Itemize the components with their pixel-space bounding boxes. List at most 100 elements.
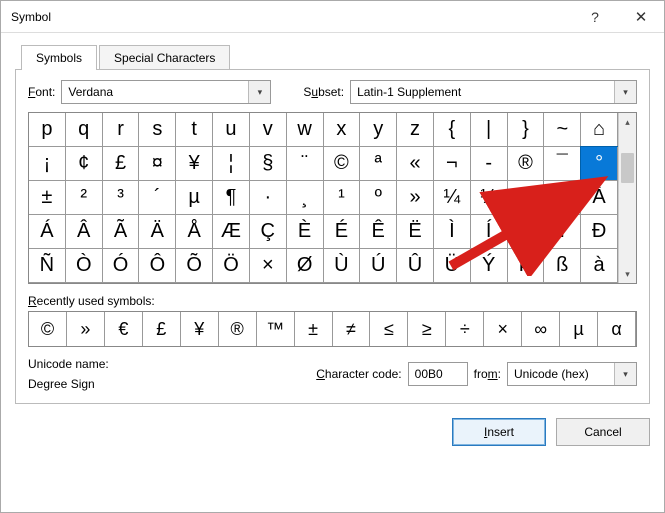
symbol-cell[interactable]: Ø — [287, 249, 324, 283]
recent-symbol-cell[interactable]: © — [29, 312, 67, 346]
symbol-cell[interactable]: Ä — [139, 215, 176, 249]
symbol-cell[interactable]: Ü — [434, 249, 471, 283]
help-button[interactable]: ? — [572, 1, 618, 33]
recent-symbol-cell[interactable]: ÷ — [446, 312, 484, 346]
symbol-cell[interactable]: t — [176, 113, 213, 147]
recent-symbol-cell[interactable]: ¥ — [181, 312, 219, 346]
symbol-cell[interactable]: Ù — [324, 249, 361, 283]
symbol-cell[interactable]: Õ — [176, 249, 213, 283]
symbol-cell[interactable]: Î — [508, 215, 545, 249]
symbol-cell[interactable]: Ú — [360, 249, 397, 283]
recently-used-grid[interactable]: ©»€£¥®™±≠≤≥÷×∞µα — [28, 311, 637, 347]
tab-symbols[interactable]: Symbols — [21, 45, 97, 70]
symbol-cell[interactable]: × — [250, 249, 287, 283]
symbol-cell[interactable]: Ï — [544, 215, 581, 249]
symbol-cell[interactable]: r — [103, 113, 140, 147]
symbol-cell[interactable]: ¡ — [29, 147, 66, 181]
symbol-cell[interactable]: ° — [581, 147, 618, 181]
recent-symbol-cell[interactable]: » — [67, 312, 105, 346]
symbol-cell[interactable]: ¿ — [544, 181, 581, 215]
recent-symbol-cell[interactable]: ≠ — [333, 312, 371, 346]
tab-special-characters[interactable]: Special Characters — [99, 45, 230, 70]
symbol-cell[interactable]: ¾ — [508, 181, 545, 215]
close-button[interactable]: ✕ — [618, 1, 664, 33]
symbol-cell[interactable]: ¶ — [213, 181, 250, 215]
symbol-cell[interactable]: Ã — [103, 215, 140, 249]
symbol-cell[interactable]: y — [360, 113, 397, 147]
symbol-cell[interactable]: É — [324, 215, 361, 249]
recent-symbol-cell[interactable]: ≤ — [370, 312, 408, 346]
symbol-cell[interactable]: È — [287, 215, 324, 249]
cancel-button[interactable]: Cancel — [556, 418, 650, 446]
symbol-cell[interactable]: Ë — [397, 215, 434, 249]
symbol-cell[interactable]: v — [250, 113, 287, 147]
symbol-cell[interactable]: Á — [29, 215, 66, 249]
symbol-cell[interactable]: ~ — [544, 113, 581, 147]
symbol-cell[interactable]: Ö — [213, 249, 250, 283]
grid-scrollbar[interactable]: ▴ ▾ — [618, 113, 636, 283]
symbol-cell[interactable]: ® — [508, 147, 545, 181]
recent-symbol-cell[interactable]: € — [105, 312, 143, 346]
symbol-cell[interactable]: ª — [360, 147, 397, 181]
recent-symbol-cell[interactable]: µ — [560, 312, 598, 346]
symbol-cell[interactable]: Ì — [434, 215, 471, 249]
symbol-cell[interactable]: Û — [397, 249, 434, 283]
symbol-cell[interactable]: ² — [66, 181, 103, 215]
symbol-cell[interactable]: º — [360, 181, 397, 215]
subset-combo[interactable]: Latin-1 Supplement ▾ — [350, 80, 637, 104]
symbol-cell[interactable]: ½ — [471, 181, 508, 215]
symbol-cell[interactable]: » — [397, 181, 434, 215]
recent-symbol-cell[interactable]: ∞ — [522, 312, 560, 346]
symbol-cell[interactable]: ´ — [139, 181, 176, 215]
symbol-cell[interactable]: | — [471, 113, 508, 147]
symbol-cell[interactable]: } — [508, 113, 545, 147]
symbol-cell[interactable]: - — [471, 147, 508, 181]
symbol-cell[interactable]: à — [581, 249, 618, 283]
chevron-down-icon[interactable]: ▾ — [614, 81, 636, 103]
symbol-cell[interactable]: ¢ — [66, 147, 103, 181]
symbol-cell[interactable]: Å — [176, 215, 213, 249]
symbol-cell[interactable]: Æ — [213, 215, 250, 249]
symbol-cell[interactable]: Ô — [139, 249, 176, 283]
recent-symbol-cell[interactable]: £ — [143, 312, 181, 346]
scroll-down-arrow[interactable]: ▾ — [619, 265, 636, 283]
symbol-cell[interactable]: ³ — [103, 181, 140, 215]
symbol-cell[interactable]: z — [397, 113, 434, 147]
symbol-cell[interactable]: q — [66, 113, 103, 147]
chevron-down-icon[interactable]: ▾ — [614, 363, 636, 385]
symbol-cell[interactable]: Ê — [360, 215, 397, 249]
symbol-cell[interactable]: ¬ — [434, 147, 471, 181]
symbol-cell[interactable]: ⌂ — [581, 113, 618, 147]
symbol-cell[interactable]: « — [397, 147, 434, 181]
symbol-cell[interactable]: Ó — [103, 249, 140, 283]
recent-symbol-cell[interactable]: ™ — [257, 312, 295, 346]
scroll-up-arrow[interactable]: ▴ — [619, 113, 636, 131]
font-combo[interactable]: Verdana ▾ — [61, 80, 271, 104]
symbol-cell[interactable]: ß — [544, 249, 581, 283]
symbol-cell[interactable]: s — [139, 113, 176, 147]
symbol-cell[interactable]: Ð — [581, 215, 618, 249]
scroll-thumb[interactable] — [621, 153, 634, 183]
symbol-cell[interactable]: ¯ — [544, 147, 581, 181]
symbol-cell[interactable]: ± — [29, 181, 66, 215]
from-combo[interactable]: Unicode (hex) ▾ — [507, 362, 637, 386]
recent-symbol-cell[interactable]: ± — [295, 312, 333, 346]
symbol-cell[interactable]: À — [581, 181, 618, 215]
symbol-cell[interactable]: £ — [103, 147, 140, 181]
symbol-cell[interactable]: Â — [66, 215, 103, 249]
symbol-cell[interactable]: Ý — [471, 249, 508, 283]
symbol-cell[interactable]: ¥ — [176, 147, 213, 181]
recent-symbol-cell[interactable]: ≥ — [408, 312, 446, 346]
symbol-cell[interactable]: ¼ — [434, 181, 471, 215]
chevron-down-icon[interactable]: ▾ — [248, 81, 270, 103]
symbol-cell[interactable]: ¦ — [213, 147, 250, 181]
symbol-cell[interactable]: µ — [176, 181, 213, 215]
recent-symbol-cell[interactable]: ® — [219, 312, 257, 346]
symbol-grid[interactable]: pqrstuvwxyz{|}~⌂¡¢£¤¥¦§¨©ª«¬-®¯°±²³´µ¶·¸… — [29, 113, 618, 283]
recent-symbol-cell[interactable]: α — [598, 312, 636, 346]
symbol-cell[interactable]: ¹ — [324, 181, 361, 215]
insert-button[interactable]: Insert — [452, 418, 546, 446]
symbol-cell[interactable]: § — [250, 147, 287, 181]
symbol-cell[interactable]: Ç — [250, 215, 287, 249]
symbol-cell[interactable]: ¸ — [287, 181, 324, 215]
